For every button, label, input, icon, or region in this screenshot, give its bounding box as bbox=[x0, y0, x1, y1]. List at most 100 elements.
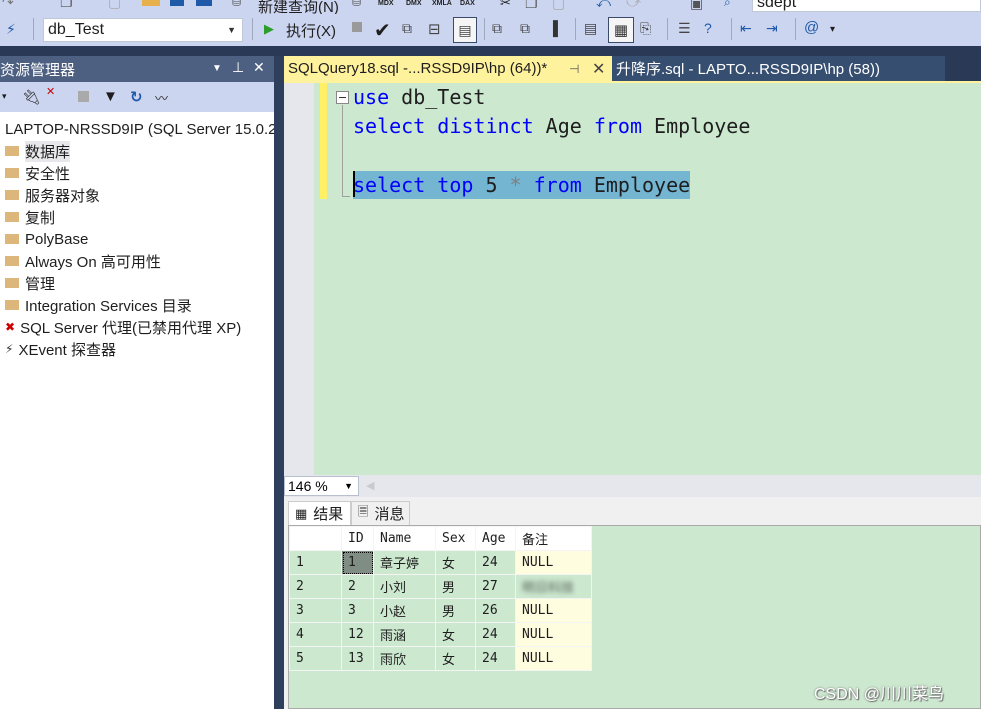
disconnect-icon[interactable]: ✕ bbox=[46, 85, 55, 98]
tree-node-security[interactable]: 安全性 bbox=[0, 162, 70, 184]
grid-cell[interactable]: 章子婷 bbox=[373, 550, 436, 575]
grid-cell[interactable]: 女 bbox=[435, 646, 476, 671]
query-options-icon[interactable]: ⊟ bbox=[428, 20, 441, 38]
tree-node-sql-agent[interactable]: ✖ SQL Server 代理(已禁用代理 XP) bbox=[0, 316, 241, 338]
panel-splitter[interactable] bbox=[274, 56, 284, 709]
pin-icon[interactable]: ⊣ bbox=[569, 62, 579, 76]
grid-cell[interactable]: 12 bbox=[341, 622, 374, 647]
grid-cell[interactable]: 小刘 bbox=[373, 574, 436, 599]
row-number-cell[interactable]: 3 bbox=[289, 598, 342, 623]
window-position-icon[interactable]: ▼ bbox=[212, 63, 222, 74]
column-header[interactable]: 备注 bbox=[515, 526, 592, 551]
tree-node-integration-services[interactable]: Integration Services 目录 bbox=[0, 294, 192, 316]
close-icon[interactable]: ✕ bbox=[592, 59, 605, 79]
tab-sort-order-sql[interactable]: 升降序.sql - LAPTO...RSSD9IP\hp (58)) bbox=[612, 56, 945, 81]
tree-node-databases[interactable]: 数据库 bbox=[0, 140, 71, 162]
grid-cell[interactable]: 13 bbox=[341, 646, 374, 671]
display-estimated-plan-icon[interactable]: ⧉ bbox=[402, 20, 412, 37]
find-combo[interactable]: sdept bbox=[752, 0, 981, 12]
grid-cell[interactable]: NULL bbox=[515, 598, 592, 623]
column-header[interactable]: Age bbox=[475, 526, 516, 551]
paste-icon[interactable]: ▢ bbox=[552, 0, 565, 12]
grid-cell[interactable]: 女 bbox=[435, 622, 476, 647]
grid-cell[interactable]: 1 bbox=[341, 550, 374, 575]
query-editor[interactable]: use db_Test select distinct Age from Emp… bbox=[284, 83, 981, 475]
grid-cell[interactable]: 24 bbox=[475, 622, 516, 647]
execute-button[interactable]: 执行(X) bbox=[286, 20, 336, 41]
refresh-icon[interactable]: ↻ bbox=[130, 88, 143, 106]
tree-node-server[interactable]: LAPTOP-NRSSD9IP (SQL Server 15.0.2 bbox=[5, 118, 277, 140]
connect-plug-icon[interactable]: 🔌︎ bbox=[22, 88, 41, 106]
grid-corner-cell[interactable] bbox=[289, 526, 342, 551]
tree-node-replication[interactable]: 复制 bbox=[0, 206, 55, 228]
decrease-indent-icon[interactable]: ⇤ bbox=[740, 20, 752, 37]
connect-dropdown-icon[interactable]: ▾ bbox=[2, 91, 7, 102]
toolbar-overflow-icon[interactable]: ▾ bbox=[830, 24, 835, 35]
stop-icon[interactable] bbox=[78, 91, 89, 102]
grid-cell[interactable]: 男 bbox=[435, 598, 476, 623]
dax-query-button[interactable]: DAX bbox=[460, 0, 475, 7]
tree-node-management[interactable]: 管理 bbox=[0, 272, 55, 294]
xmla-query-button[interactable]: XMLA bbox=[432, 0, 452, 7]
redo-icon[interactable]: ↷ bbox=[2, 0, 14, 11]
parse-icon[interactable]: ✔ bbox=[374, 18, 391, 43]
grid-cell[interactable]: 3 bbox=[341, 598, 374, 623]
new-file-icon[interactable]: ▢ bbox=[108, 0, 121, 11]
grid-cell[interactable]: 26 bbox=[475, 598, 516, 623]
grid-cell[interactable]: 27 bbox=[475, 574, 516, 599]
tree-node-always-on[interactable]: Always On 高可用性 bbox=[0, 250, 161, 272]
pin-icon[interactable]: ⊥ bbox=[232, 59, 244, 76]
undo-icon[interactable]: ⤺ bbox=[596, 0, 611, 11]
copy-icon[interactable]: ❐ bbox=[525, 0, 538, 12]
specify-template-values-icon[interactable]: @ bbox=[804, 19, 819, 36]
new-query-button[interactable]: 新建查询(N) bbox=[258, 0, 339, 14]
activity-monitor-icon[interactable]: 〰 bbox=[155, 88, 168, 107]
grid-cell[interactable]: NULL bbox=[515, 550, 592, 575]
row-number-cell[interactable]: 4 bbox=[289, 622, 342, 647]
grid-cell[interactable]: 雨欣 bbox=[373, 646, 436, 671]
grid-cell[interactable]: 小赵 bbox=[373, 598, 436, 623]
tree-node-xevent-profiler[interactable]: ⚡︎ XEvent 探查器 bbox=[0, 338, 116, 360]
grid-cell[interactable]: 明日科技 bbox=[515, 574, 592, 599]
row-number-cell[interactable]: 5 bbox=[289, 646, 342, 671]
tree-node-polybase[interactable]: PolyBase bbox=[0, 228, 88, 250]
scroll-left-icon[interactable]: ◀ bbox=[366, 479, 374, 492]
close-icon[interactable]: ✕ bbox=[253, 59, 265, 76]
cancel-query-icon[interactable] bbox=[352, 22, 362, 32]
database-combo[interactable]: db_Test ▼ bbox=[43, 18, 243, 42]
column-header[interactable]: Sex bbox=[435, 526, 476, 551]
connect-icon[interactable]: ⚡ bbox=[6, 21, 16, 38]
db-engine-query-icon[interactable]: ⛁ bbox=[352, 0, 361, 9]
client-statistics-icon[interactable]: ▐ bbox=[548, 20, 558, 36]
tab-results[interactable]: ▦ 结果 bbox=[288, 501, 351, 525]
tree-node-server-objects[interactable]: 服务器对象 bbox=[0, 184, 100, 206]
cut-icon[interactable]: ✂ bbox=[500, 0, 511, 11]
grid-cell[interactable]: 雨涵 bbox=[373, 622, 436, 647]
grid-cell[interactable]: 男 bbox=[435, 574, 476, 599]
tab-messages[interactable]: 🗏︎ 消息 bbox=[351, 501, 410, 525]
tab-sqlquery18[interactable]: SQLQuery18.sql -...RSSD9IP\hp (64))* ⊣ ✕ bbox=[284, 56, 612, 81]
grid-cell[interactable]: NULL bbox=[515, 622, 592, 647]
include-actual-plan-icon[interactable]: ⧉ bbox=[492, 20, 502, 37]
save-icon[interactable] bbox=[170, 0, 184, 6]
filter-icon[interactable]: ▼ bbox=[103, 88, 118, 105]
open-folder-icon[interactable] bbox=[142, 0, 160, 6]
dmx-query-button[interactable]: DMX bbox=[406, 0, 422, 7]
column-header[interactable]: Name bbox=[373, 526, 436, 551]
uncomment-icon[interactable]: ? bbox=[704, 20, 712, 36]
grid-cell[interactable]: 2 bbox=[341, 574, 374, 599]
intellisense-toggle-icon[interactable]: ▤ bbox=[453, 17, 477, 43]
increase-indent-icon[interactable]: ⇥ bbox=[766, 20, 778, 37]
redo-arrow-icon[interactable]: ⤻ bbox=[626, 0, 641, 11]
comment-out-icon[interactable]: ☰ bbox=[678, 20, 691, 37]
row-number-cell[interactable]: 1 bbox=[289, 550, 342, 575]
zoom-combo[interactable]: 146 % ▼ bbox=[284, 476, 359, 496]
live-query-stats-icon[interactable]: ⧉ bbox=[520, 20, 530, 37]
grid-cell[interactable]: NULL bbox=[515, 646, 592, 671]
mdx-query-button[interactable]: MDX bbox=[378, 0, 394, 7]
new-project-icon[interactable]: ❐ bbox=[60, 0, 73, 11]
grid-cell[interactable]: 女 bbox=[435, 550, 476, 575]
column-header[interactable]: ID bbox=[341, 526, 374, 551]
save-all-icon[interactable] bbox=[196, 0, 212, 6]
activity-monitor-icon[interactable]: ▣ bbox=[690, 0, 703, 12]
